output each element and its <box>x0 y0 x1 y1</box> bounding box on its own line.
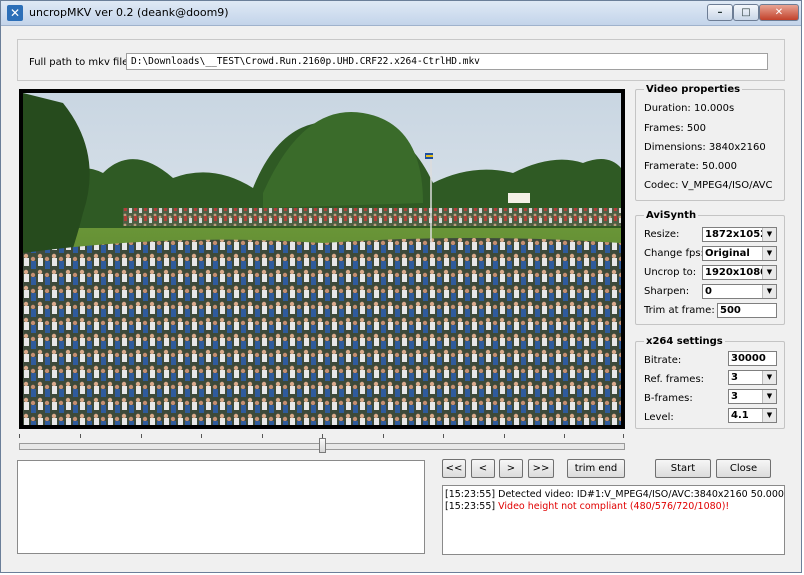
b-frames-value: 3 <box>731 391 738 402</box>
log-message: Detected video: ID#1:V_MPEG4/ISO/AVC:384… <box>498 489 785 500</box>
slider-tick <box>443 434 444 438</box>
ref-frames-label: Ref. frames: <box>644 374 705 385</box>
maximize-button[interactable]: □ <box>733 4 759 21</box>
chevron-down-icon: ▼ <box>762 228 776 241</box>
slider-tick <box>504 434 505 438</box>
chevron-down-icon: ▼ <box>762 371 776 384</box>
ref-frames-select[interactable]: 3 ▼ <box>728 370 777 385</box>
slider-tick <box>141 434 142 438</box>
bitrate-label: Bitrate: <box>644 355 682 366</box>
change-fps-label: Change fps: <box>644 248 704 259</box>
script-text-area[interactable] <box>17 460 425 554</box>
log-output[interactable]: [15:23:55] Detected video: ID#1:V_MPEG4/… <box>442 485 785 555</box>
chevron-down-icon: ▼ <box>762 409 776 422</box>
chevron-down-icon: ▼ <box>762 266 776 279</box>
codec-text: Codec: V_MPEG4/ISO/AVC <box>644 180 773 191</box>
close-button[interactable]: Close <box>716 459 771 478</box>
resize-value: 1872x1052 <box>705 229 768 240</box>
bitrate-input[interactable]: 30000 <box>728 351 777 366</box>
framerate-text: Framerate: 50.000 <box>644 161 738 172</box>
next-frame-button[interactable]: > <box>499 459 523 478</box>
trim-end-button[interactable]: trim end <box>567 459 625 478</box>
uncrop-label: Uncrop to: <box>644 267 697 278</box>
change-fps-select[interactable]: Original ▼ <box>702 246 777 261</box>
minimize-button[interactable]: – <box>707 4 733 21</box>
level-select[interactable]: 4.1 ▼ <box>728 408 777 423</box>
start-button[interactable]: Start <box>655 459 711 478</box>
chevron-down-icon: ▼ <box>762 390 776 403</box>
path-label: Full path to mkv file: <box>29 57 132 68</box>
slider-tick <box>201 434 202 438</box>
close-window-button[interactable]: ✕ <box>759 4 799 21</box>
slider-tick <box>623 434 624 438</box>
b-frames-select[interactable]: 3 ▼ <box>728 389 777 404</box>
slider-tick <box>262 434 263 438</box>
resize-label: Resize: <box>644 229 680 240</box>
slider-tick <box>564 434 565 438</box>
level-label: Level: <box>644 412 674 423</box>
slider-tick <box>383 434 384 438</box>
log-timestamp: [15:23:55] <box>445 501 496 512</box>
slider-tick <box>19 434 20 438</box>
uncrop-select[interactable]: 1920x1080 ▼ <box>702 265 777 280</box>
sharpen-label: Sharpen: <box>644 286 690 297</box>
uncrop-value: 1920x1080 <box>705 267 768 278</box>
last-frame-button[interactable]: >> <box>528 459 554 478</box>
x264-settings-title: x264 settings <box>644 336 725 347</box>
sharpen-select[interactable]: 0 ▼ <box>702 284 777 299</box>
video-properties-title: Video properties <box>644 84 743 95</box>
mkv-path-input[interactable]: D:\Downloads\__TEST\Crowd.Run.2160p.UHD.… <box>126 53 768 70</box>
chevron-down-icon: ▼ <box>762 247 776 260</box>
log-line: [15:23:55] Detected video: ID#1:V_MPEG4/… <box>445 489 785 501</box>
log-line: [15:23:55] Video height not compliant (4… <box>445 501 782 513</box>
video-frame-image <box>23 93 621 425</box>
sharpen-value: 0 <box>705 286 712 297</box>
ref-frames-value: 3 <box>731 372 738 383</box>
duration-text: Duration: 10.000s <box>644 103 735 114</box>
chevron-down-icon: ▼ <box>762 285 776 298</box>
change-fps-value: Original <box>705 248 750 259</box>
log-timestamp: [15:23:55] <box>445 489 496 500</box>
title-bar[interactable]: ✕ uncropMKV ver 0.2 (deank@doom9) – □ ✕ <box>1 1 801 26</box>
avisynth-title: AviSynth <box>644 210 699 221</box>
main-window: ✕ uncropMKV ver 0.2 (deank@doom9) – □ ✕ … <box>0 0 802 573</box>
prev-frame-button[interactable]: < <box>471 459 495 478</box>
slider-tick <box>80 434 81 438</box>
seek-slider-thumb[interactable] <box>319 438 326 453</box>
video-preview <box>19 89 625 429</box>
window-title: uncropMKV ver 0.2 (deank@doom9) <box>29 6 229 19</box>
trim-label: Trim at frame: <box>644 305 715 316</box>
frames-text: Frames: 500 <box>644 123 707 134</box>
first-frame-button[interactable]: << <box>442 459 466 478</box>
level-value: 4.1 <box>731 410 749 421</box>
trim-frame-input[interactable]: 500 <box>717 303 777 318</box>
resize-select[interactable]: 1872x1052 ▼ <box>702 227 777 242</box>
b-frames-label: B-frames: <box>644 393 693 404</box>
dimensions-text: Dimensions: 3840x2160 <box>644 142 766 153</box>
log-error-message: Video height not compliant (480/576/720/… <box>498 501 730 512</box>
app-x-icon: ✕ <box>7 5 23 21</box>
